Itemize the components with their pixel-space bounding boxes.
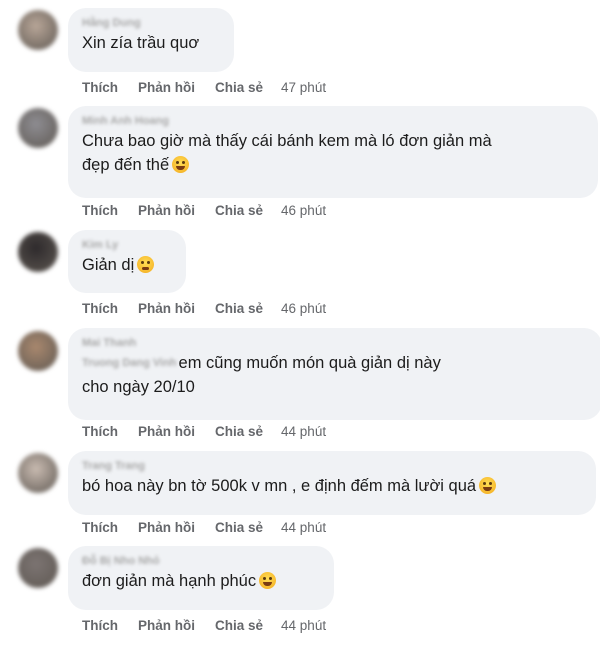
comment-timestamp[interactable]: 44 phút <box>281 424 326 439</box>
comment-text: Xin zía trầu quơ <box>82 31 220 55</box>
share-button[interactable]: Chia sẻ <box>215 618 263 633</box>
comment-bubble: Hằng Dung Xin zía trầu quơ <box>68 8 234 72</box>
comment-author[interactable]: Đỗ Bị Nho Nhỏ <box>82 554 320 569</box>
comment-text: Truong Dang Vinh em cũng muốn món quà giả… <box>82 351 588 375</box>
comment-bubble: Kim Ly Giản dị <box>68 230 186 293</box>
reply-button[interactable]: Phản hồi <box>138 80 195 95</box>
share-button[interactable]: Chia sẻ <box>215 80 263 95</box>
comment-text-line: cho ngày 20/10 <box>82 378 195 396</box>
rofl-face-icon <box>479 477 497 494</box>
like-button[interactable]: Thích <box>82 203 118 218</box>
comment-timestamp[interactable]: 44 phút <box>281 520 326 535</box>
reply-button[interactable]: Phản hồi <box>138 203 195 218</box>
comment-actions: Thích Phản hồi Chia sẻ 44 phút <box>82 520 326 538</box>
sweat-face-icon <box>137 256 155 273</box>
avatar[interactable] <box>18 453 58 493</box>
comment-text: Giản dị <box>82 253 172 277</box>
comment-author[interactable]: Trang Trang <box>82 459 582 474</box>
comment-text-line: Chưa bao giờ mà thấy cái bánh kem mà ló … <box>82 132 492 150</box>
comment-text-line: Xin zía trầu quơ <box>82 34 200 52</box>
comment-bubble: Trang Trang bó hoa này bn tờ 500k v mn , … <box>68 451 596 515</box>
comment-timestamp[interactable]: 44 phút <box>281 618 326 633</box>
comment-text: Chưa bao giờ mà thấy cái bánh kem mà ló … <box>82 129 584 153</box>
reply-button[interactable]: Phản hồi <box>138 520 195 535</box>
comment-timestamp[interactable]: 46 phút <box>281 203 326 218</box>
avatar[interactable] <box>18 232 58 272</box>
comment-text-line: bó hoa này bn tờ 500k v mn , e định đếm … <box>82 477 477 495</box>
comment-text-line: đơn giản mà hạnh phúc <box>82 572 257 590</box>
laughing-face-icon <box>259 572 277 589</box>
avatar[interactable] <box>18 331 58 371</box>
like-button[interactable]: Thích <box>82 424 118 439</box>
reply-button[interactable]: Phản hồi <box>138 301 195 316</box>
avatar[interactable] <box>18 548 58 588</box>
comment-list: Hằng Dung Xin zía trầu quơ Thích Phản hồi Ch… <box>0 0 600 645</box>
comment-text: bó hoa này bn tờ 500k v mn , e định đếm … <box>82 474 582 498</box>
comment-author[interactable]: Mai Thanh <box>82 336 588 351</box>
share-button[interactable]: Chia sẻ <box>215 301 263 316</box>
comment-bubble: Mai Thanh Truong Dang Vinh em cũng muốn mó… <box>68 328 600 420</box>
comment-timestamp[interactable]: 47 phút <box>281 80 326 95</box>
comment-bubble: Đỗ Bị Nho Nhỏ đơn giản mà hạnh phúc <box>68 546 334 610</box>
avatar[interactable] <box>18 10 58 50</box>
comment-author[interactable]: Minh Anh Hoang <box>82 114 584 129</box>
comment-text-line: đẹp đến thế <box>82 156 170 174</box>
avatar[interactable] <box>18 108 58 148</box>
comment-actions: Thích Phản hồi Chia sẻ 46 phút <box>82 203 326 221</box>
like-button[interactable]: Thích <box>82 80 118 95</box>
comment-actions: Thích Phản hồi Chia sẻ 47 phút <box>82 80 326 98</box>
comment-timestamp[interactable]: 46 phút <box>281 301 326 316</box>
like-button[interactable]: Thích <box>82 301 118 316</box>
comment-text-line: em cũng muốn món quà giản dị này <box>178 354 441 372</box>
comment-actions: Thích Phản hồi Chia sẻ 46 phút <box>82 301 326 319</box>
comment-text: đẹp đến thế <box>82 153 584 177</box>
share-button[interactable]: Chia sẻ <box>215 520 263 535</box>
comment-bubble: Minh Anh Hoang Chưa bao giờ mà thấy cái b… <box>68 106 598 198</box>
reply-button[interactable]: Phản hồi <box>138 618 195 633</box>
comment-text: đơn giản mà hạnh phúc <box>82 569 320 593</box>
grinning-face-icon <box>172 156 190 173</box>
comment-actions: Thích Phản hồi Chia sẻ 44 phút <box>82 618 326 636</box>
comment-text-line: Giản dị <box>82 256 135 274</box>
comment-text: cho ngày 20/10 <box>82 375 588 399</box>
comment-actions: Thích Phản hồi Chia sẻ 44 phút <box>82 424 326 442</box>
mention-link[interactable]: Truong Dang Vinh <box>82 351 177 375</box>
comment-author[interactable]: Kim Ly <box>82 238 172 253</box>
share-button[interactable]: Chia sẻ <box>215 424 263 439</box>
reply-button[interactable]: Phản hồi <box>138 424 195 439</box>
share-button[interactable]: Chia sẻ <box>215 203 263 218</box>
comment-author[interactable]: Hằng Dung <box>82 16 220 31</box>
like-button[interactable]: Thích <box>82 520 118 535</box>
like-button[interactable]: Thích <box>82 618 118 633</box>
